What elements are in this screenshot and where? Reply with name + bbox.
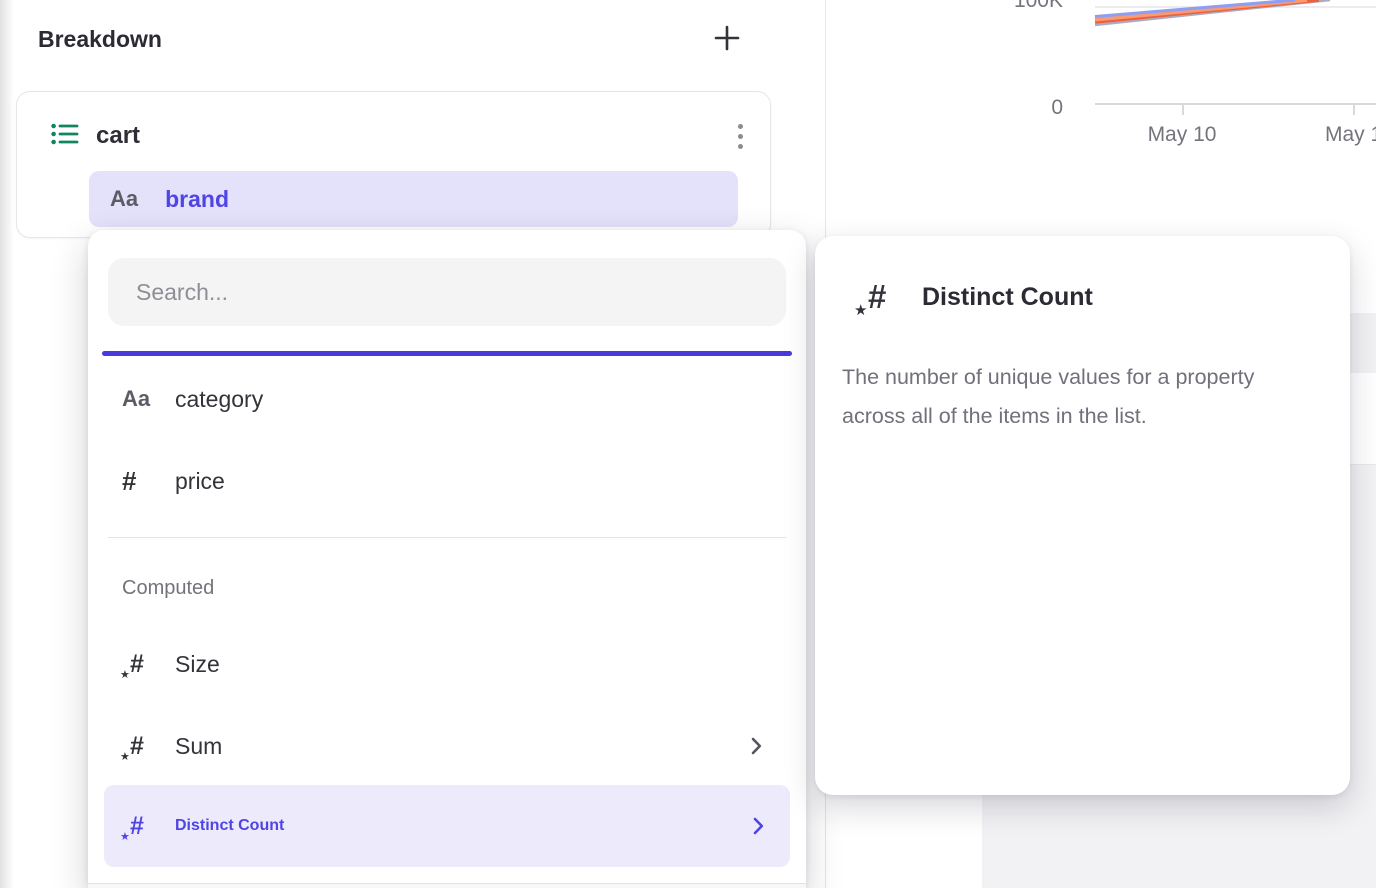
computed-number-icon: #★ <box>130 652 144 677</box>
plus-icon <box>714 25 740 54</box>
details-description: The number of unique values for a proper… <box>842 358 1320 435</box>
dropdown-section-divider <box>108 537 786 538</box>
selected-property-label: brand <box>165 186 229 213</box>
search-box <box>108 258 786 326</box>
breakdown-group-row[interactable]: cart <box>51 109 140 163</box>
y-tick-label-100k: 100K <box>1001 0 1063 13</box>
computed-section-label: Computed <box>122 577 214 600</box>
details-title: Distinct Count <box>922 283 1093 312</box>
active-tab-indicator <box>102 351 792 356</box>
x-tick-label-may10: May 10 <box>1132 123 1232 147</box>
computed-number-icon: #★ <box>868 280 886 313</box>
dropdown-item-label: price <box>175 468 225 495</box>
text-property-icon: Aa <box>110 186 138 212</box>
dropdown-item-price[interactable]: # price <box>88 453 806 509</box>
x-tick-label-may17: May 17 <box>1325 123 1376 147</box>
breakdown-group-card: cart Aa brand <box>16 91 771 238</box>
line-chart <box>826 0 1376 120</box>
computed-number-icon: #★ <box>130 814 144 839</box>
text-property-icon: Aa <box>122 386 150 412</box>
group-name: cart <box>96 122 140 150</box>
dropdown-item-sum[interactable]: #★ Sum <box>88 718 806 774</box>
dropdown-item-label: Distinct Count <box>175 817 284 835</box>
chevron-right-icon <box>751 737 762 755</box>
panel-edge-shadow <box>0 0 14 888</box>
dropdown-item-label: category <box>175 386 263 413</box>
kebab-icon <box>738 124 743 149</box>
property-select-dropdown: Aa category # price Computed #★ Size #★ … <box>88 230 806 888</box>
add-breakdown-button[interactable] <box>710 22 744 56</box>
y-tick-label-0: 0 <box>1001 96 1063 120</box>
computed-number-icon: #★ <box>130 734 144 759</box>
dropdown-item-label: Size <box>175 651 220 678</box>
number-property-icon: # <box>122 466 136 497</box>
list-icon <box>51 122 79 151</box>
property-details-panel: #★ Distinct Count The number of unique v… <box>815 236 1350 795</box>
x-axis-line <box>1095 103 1376 105</box>
breakdown-section-title: Breakdown <box>38 26 162 53</box>
dropdown-item-size[interactable]: #★ Size <box>88 636 806 692</box>
chevron-right-icon <box>753 817 764 835</box>
search-input[interactable] <box>108 258 786 326</box>
group-options-button[interactable] <box>729 122 751 150</box>
dropdown-item-distinct-count[interactable]: #★ Distinct Count <box>104 785 790 867</box>
dropdown-footer <box>88 884 806 888</box>
x-axis-tick <box>1353 104 1355 115</box>
selected-property-pill[interactable]: Aa brand <box>89 171 738 227</box>
x-axis-tick <box>1182 104 1184 115</box>
dropdown-item-category[interactable]: Aa category <box>88 371 806 427</box>
dropdown-item-label: Sum <box>175 733 222 760</box>
